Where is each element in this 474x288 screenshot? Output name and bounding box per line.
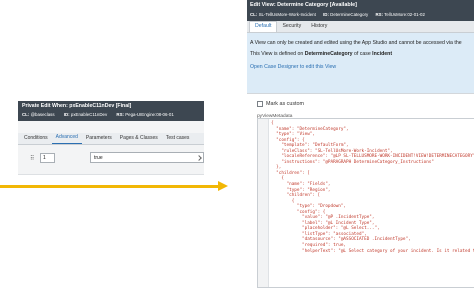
meta-value-id: pxEnableC11nDev (70, 112, 108, 117)
view-meta: CL: SL-TellUsMore-Work-Incident ID: Dete… (250, 11, 471, 18)
meta-value-cl[interactable]: @baseclass (31, 112, 55, 117)
meta-key-id: ID: (63, 112, 70, 117)
view-title: Edit View: Determine Category [Available… (250, 2, 357, 8)
tab-security[interactable]: Security (277, 23, 306, 32)
rule-title: Private Edit When: pxEnableC11nDev [Fina… (22, 103, 132, 109)
rule-tabs: Conditions Advanced Parameters Pages & C… (18, 133, 204, 145)
arrow-shaft (0, 185, 220, 188)
rule-form-when: Private Edit When: pxEnableC11nDev [Fina… (18, 101, 204, 191)
tab-test-cases[interactable]: Test cases (162, 135, 194, 144)
info-view-name: DetermineCategory (304, 51, 353, 57)
meta-key-rs: RS: (375, 12, 384, 17)
meta-key-cl: CL: (250, 12, 258, 17)
tab-advanced[interactable]: Advanced (51, 134, 82, 144)
view-header: Edit View: Determine Category [Available… (247, 0, 474, 21)
row-number-field[interactable]: 1 (40, 153, 55, 163)
tab-history[interactable]: History (306, 23, 332, 32)
info-prefix: This View is defined on (250, 51, 305, 57)
condition-value-field[interactable]: true (90, 152, 204, 163)
condition-value-text: true (94, 155, 103, 161)
meta-value-rs[interactable]: TellUsMore:02-01-02 (384, 12, 425, 17)
condition-row: ⠿ 1 true (18, 145, 204, 175)
view-tabs: Default Security History (247, 21, 474, 33)
info-text-1: A View can only be created and edited us… (250, 40, 462, 46)
meta-key-rs: RS: (116, 112, 124, 117)
expand-icon[interactable] (196, 155, 202, 161)
open-case-designer-link[interactable]: Open Case Designer to edit this View (250, 64, 471, 71)
toolbar-gap (18, 121, 204, 133)
rule-meta: CL: @baseclass ID: pxEnableC11nDev RS: P… (22, 111, 200, 118)
tab-default[interactable]: Default (249, 21, 278, 32)
code-line: "helperText": "@L Select category of you… (271, 248, 474, 254)
meta-value-rs[interactable]: Pega-UIEngine:08-06-01 (125, 112, 174, 117)
drag-handle-icon[interactable]: ⠿ (30, 155, 35, 162)
info-text-2: This View is defined on DetermineCategor… (250, 51, 471, 58)
meta-key-cl: CL: (22, 112, 30, 117)
editor-gutter (258, 119, 269, 287)
info-case-name: Incident (372, 51, 393, 57)
json-editor[interactable]: { "name": "DetermineCategory", "type": "… (257, 118, 474, 288)
json-code: { "name": "DetermineCategory", "type": "… (271, 121, 474, 254)
arrow-head-icon (218, 181, 228, 191)
info-mid: of case (352, 51, 373, 57)
meta-value-id: DetermineCategory (330, 12, 369, 17)
tab-pages-classes[interactable]: Pages & Classes (116, 135, 162, 144)
mark-as-custom-checkbox[interactable] (257, 101, 263, 107)
rule-form-view: Edit View: Determine Category [Available… (247, 0, 474, 288)
custom-section: Mark as custom pyViewMetadata (247, 94, 474, 119)
mark-as-custom-label: Mark as custom (266, 101, 305, 107)
rule-header: Private Edit When: pxEnableC11nDev [Fina… (18, 101, 204, 121)
info-banner: A View can only be created and edited us… (247, 33, 474, 93)
meta-key-id: ID: (323, 12, 329, 17)
meta-value-cl[interactable]: SL-TellUsMore-Work-Incident (259, 12, 316, 17)
tab-conditions[interactable]: Conditions (20, 135, 52, 144)
code-line: "localeReference": "@LP SL-TELLUSMORE-WO… (271, 154, 474, 160)
tab-parameters[interactable]: Parameters (82, 135, 116, 144)
mark-as-custom-row[interactable]: Mark as custom (257, 101, 469, 107)
